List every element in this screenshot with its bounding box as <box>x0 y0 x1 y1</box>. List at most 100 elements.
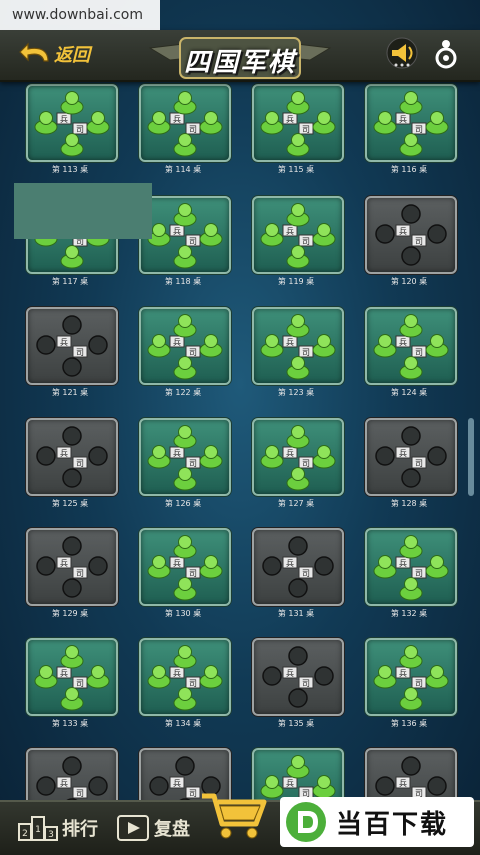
table-number-label: 第 125 桌 <box>51 499 89 508</box>
back-button[interactable]: 返回 <box>18 38 90 70</box>
soldier-tile-icon: 兵 <box>282 224 298 237</box>
player-icon <box>173 535 197 559</box>
empty-seat-icon <box>62 315 82 335</box>
table-board: 兵司 <box>262 536 334 598</box>
table-number-label: 第 119 桌 <box>277 277 315 286</box>
table-board: 兵司 <box>260 425 336 491</box>
commander-tile-icon: 司 <box>72 345 88 358</box>
game-table[interactable]: 兵司 <box>252 638 344 716</box>
game-table[interactable]: 兵司 <box>252 307 344 385</box>
commander-tile-icon: 司 <box>72 456 88 469</box>
table-number-label: 第 113 桌 <box>51 165 89 174</box>
game-table[interactable]: 兵司 <box>26 84 118 162</box>
empty-seat-icon <box>88 556 108 576</box>
game-table[interactable]: 兵司 <box>365 196 457 274</box>
game-table[interactable]: 兵司 <box>252 528 344 606</box>
table-number-label: 第 115 桌 <box>277 165 315 174</box>
table-board: 兵司 <box>34 645 110 711</box>
game-table[interactable]: 兵司 <box>365 638 457 716</box>
game-table[interactable]: 兵司 <box>26 638 118 716</box>
svg-text:兵: 兵 <box>173 668 181 678</box>
speaker-icon[interactable] <box>384 36 420 70</box>
svg-text:兵: 兵 <box>399 668 407 678</box>
soldier-tile-icon: 兵 <box>56 556 72 569</box>
game-table[interactable]: 兵司 <box>139 638 231 716</box>
commander-tile-icon: 司 <box>411 345 427 358</box>
soldier-tile-icon: 兵 <box>282 776 298 789</box>
game-table[interactable]: 兵司 <box>139 196 231 274</box>
player-icon <box>199 334 223 358</box>
ranking-button[interactable]: 2 1 3 排行 <box>18 814 98 842</box>
game-table[interactable]: 兵司 <box>365 307 457 385</box>
game-table[interactable]: 兵司 <box>139 84 231 162</box>
svg-text:兵: 兵 <box>399 448 407 458</box>
soldier-tile-icon: 兵 <box>282 112 298 125</box>
game-table[interactable]: 兵司 <box>26 528 118 606</box>
user-icon[interactable] <box>432 38 460 70</box>
table-number-label: 第 131 桌 <box>277 609 315 618</box>
player-icon <box>173 577 197 601</box>
svg-text:司: 司 <box>302 348 310 357</box>
table-board: 兵司 <box>147 203 223 269</box>
game-table[interactable]: 兵司 <box>139 307 231 385</box>
player-icon <box>60 645 84 669</box>
game-table[interactable]: 兵司 <box>365 418 457 496</box>
empty-seat-icon <box>62 468 82 488</box>
empty-seat-icon <box>401 468 421 488</box>
commander-tile-icon: 司 <box>298 345 314 358</box>
empty-seat-icon <box>427 224 447 244</box>
svg-text:司: 司 <box>76 125 84 134</box>
player-icon <box>86 111 110 135</box>
game-table[interactable]: 兵司 <box>365 84 457 162</box>
player-icon <box>173 203 197 227</box>
table-board: 兵司 <box>373 314 449 380</box>
game-table[interactable]: 兵司 <box>139 528 231 606</box>
game-table[interactable]: 兵司 <box>252 418 344 496</box>
game-table[interactable]: 兵司 <box>26 307 118 385</box>
ranking-label: 排行 <box>62 819 98 840</box>
table-number-label: 第 132 桌 <box>390 609 428 618</box>
empty-seat-icon <box>401 426 421 446</box>
table-number-label: 第 121 桌 <box>51 388 89 397</box>
game-table[interactable]: 兵司 <box>26 418 118 496</box>
svg-text:兵: 兵 <box>286 114 294 124</box>
commander-tile-icon: 司 <box>72 122 88 135</box>
game-table[interactable]: 兵司 <box>252 196 344 274</box>
empty-seat-icon <box>375 446 395 466</box>
shop-cart-icon[interactable] <box>198 786 270 842</box>
table-board: 兵司 <box>375 426 447 488</box>
empty-seat-icon <box>288 646 308 666</box>
svg-text:兵: 兵 <box>286 337 294 347</box>
commander-tile-icon: 司 <box>298 234 314 247</box>
table-board: 兵司 <box>147 91 223 157</box>
watermark-text: www.downbai.com <box>0 0 160 30</box>
svg-text:兵: 兵 <box>60 448 68 458</box>
svg-text:司: 司 <box>415 237 423 246</box>
player-icon <box>399 687 423 711</box>
empty-seat-icon <box>375 224 395 244</box>
player-icon <box>173 687 197 711</box>
replay-button[interactable]: 复盘 <box>116 814 190 842</box>
svg-text:兵: 兵 <box>173 114 181 124</box>
soldier-tile-icon: 兵 <box>56 112 72 125</box>
empty-seat-icon <box>427 776 447 796</box>
table-number-label: 第 129 桌 <box>51 609 89 618</box>
game-table[interactable]: 兵司 <box>365 528 457 606</box>
empty-seat-icon <box>262 666 282 686</box>
empty-seat-icon <box>288 536 308 556</box>
player-icon <box>286 314 310 338</box>
table-number-label: 第 122 桌 <box>164 388 202 397</box>
game-table[interactable]: 兵司 <box>252 84 344 162</box>
scrollbar[interactable] <box>468 418 474 496</box>
table-number-label: 第 133 桌 <box>51 719 89 728</box>
player-icon <box>399 314 423 338</box>
table-board: 兵司 <box>375 204 447 266</box>
table-board: 兵司 <box>147 425 223 491</box>
game-table[interactable]: 兵司 <box>139 418 231 496</box>
svg-text:司: 司 <box>76 679 84 688</box>
empty-seat-icon <box>314 556 334 576</box>
table-number-label: 第 124 桌 <box>390 388 428 397</box>
svg-text:司: 司 <box>189 348 197 357</box>
commander-tile-icon: 司 <box>72 786 88 799</box>
player-icon <box>34 111 58 135</box>
